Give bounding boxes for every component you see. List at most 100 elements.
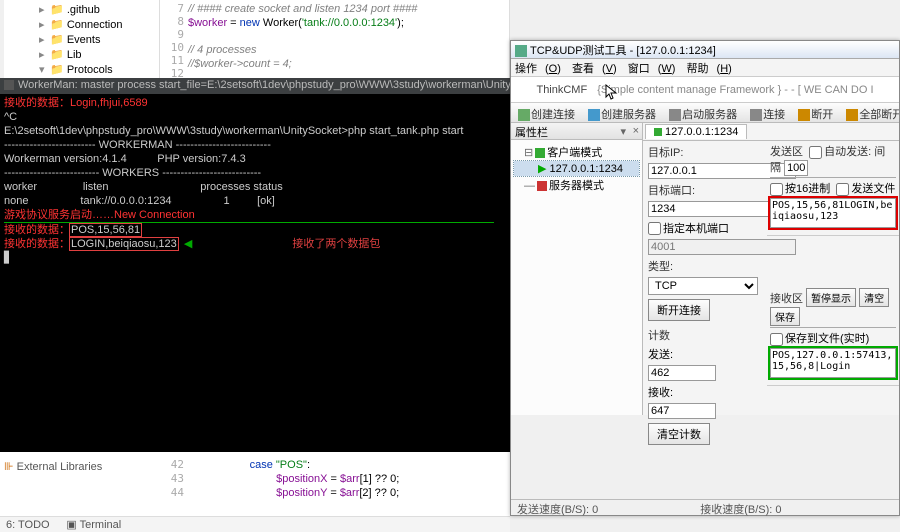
tree-item-lib[interactable]: ▸ 📁 Lib: [4, 47, 159, 62]
type-select[interactable]: TCP: [648, 277, 758, 295]
send-file-checkbox[interactable]: [836, 183, 849, 196]
folder-icon: 📁: [50, 19, 64, 31]
tree-item-github[interactable]: ▸ 📁 .github: [4, 2, 159, 17]
external-libraries[interactable]: ⊪ External Libraries: [4, 460, 154, 473]
folder-icon: 📁: [50, 49, 64, 61]
tree-item-connection[interactable]: ▸ 📁 Connection: [4, 17, 159, 32]
auto-send-checkbox[interactable]: [809, 146, 822, 159]
folder-icon: 📁: [50, 34, 64, 46]
disconnect-button[interactable]: 断开连接: [648, 299, 710, 321]
panel-header: 属性栏▾×: [511, 123, 642, 140]
server-icon: [588, 109, 600, 121]
send-recv-column: 发送区 自动发送: 间隔 按16进制 发送文件 POS,15,56,81LOGI…: [767, 141, 899, 386]
send-speed: 发送速度(B/S): 0: [517, 501, 697, 517]
label-recv-count: 接收:: [648, 384, 678, 400]
toolbar-connect[interactable]: 连接: [746, 104, 789, 123]
label-send-count: 发送:: [648, 346, 678, 362]
tcp-tool-window[interactable]: TCP&UDP测试工具 - [127.0.0.1:1234] 操作(O) 查看(…: [510, 40, 900, 516]
recv-count-input[interactable]: [648, 403, 716, 419]
label-type: 类型:: [648, 258, 704, 274]
clear-recv-button[interactable]: 清空: [859, 288, 889, 307]
send-data-textarea[interactable]: POS,15,56,81LOGIN,beiqiaosu,123: [770, 198, 896, 228]
chevron-right-icon: ▸: [39, 48, 47, 61]
send-zone-label: 发送区: [770, 146, 803, 158]
label-local-port: 指定本机端口: [663, 220, 729, 236]
save-to-file-checkbox[interactable]: [770, 333, 783, 346]
terminal-titlebar: WorkerMan: master process start_file=E:\…: [0, 78, 510, 94]
play-icon: [669, 109, 681, 121]
source-code[interactable]: // #### create socket and listen 1234 po…: [188, 0, 509, 71]
properties-panel[interactable]: 属性栏▾× ⊟客户端模式 ▶ 127.0.0.1:1234 —服务器模式: [511, 123, 643, 415]
play-icon: ▶: [538, 163, 546, 175]
folder-icon: 📁: [50, 64, 64, 76]
library-icon: ⊪: [4, 461, 14, 473]
line-gutter: 789101112: [160, 0, 184, 80]
terminal-tab[interactable]: ▣ Terminal: [66, 519, 135, 531]
hex-checkbox[interactable]: [770, 183, 783, 196]
menu-view[interactable]: 查看(V): [572, 63, 617, 75]
plug-icon: [654, 128, 662, 136]
ad-banner: ThinkCMF{Simple content manage Framework…: [511, 77, 899, 103]
disconnect-all-icon: [846, 109, 858, 121]
pause-display-button[interactable]: 暂停显示: [806, 288, 856, 307]
todo-tab[interactable]: 6: TODO: [6, 519, 50, 531]
packet-pos: POS,15,56,81: [70, 224, 141, 236]
toolbar-start-server[interactable]: 启动服务器: [665, 104, 741, 123]
local-port-checkbox[interactable]: [648, 222, 661, 235]
menu-operate[interactable]: 操作(O): [515, 63, 561, 75]
recv-speed: 接收速度(B/S): 0: [700, 501, 781, 517]
toolbar[interactable]: 创建连接 创建服务器 启动服务器 连接 断开 全部断开 删除: [511, 103, 899, 123]
dash-icon: —: [524, 180, 535, 192]
chevron-down-icon: ▾: [39, 63, 47, 76]
interval-input[interactable]: [784, 160, 808, 176]
ide-status-bar: 6: TODO ▣ Terminal: [0, 516, 510, 532]
app-icon: [515, 45, 527, 57]
recv-zone-label: 接收区: [770, 293, 803, 305]
terminal-output[interactable]: 接收的数据：Login,fhjui,6589 ^C E:\2setsoft\1d…: [0, 94, 510, 452]
label-target-ip: 目标IP:: [648, 144, 704, 160]
toolbar-disconnect-all[interactable]: 全部断开: [842, 104, 899, 123]
connect-icon: [750, 109, 762, 121]
detail-tab-row: 127.0.0.1:1234: [643, 123, 899, 141]
auto-send-label: 自动发送:: [824, 146, 871, 158]
label-target-port: 目标端口:: [648, 182, 704, 198]
save-to-file-label: 保存到文件(实时): [785, 333, 869, 345]
pin-icon[interactable]: ▾: [620, 125, 626, 138]
close-icon[interactable]: ×: [633, 125, 639, 137]
chevron-right-icon: ▸: [39, 33, 47, 46]
terminal-icon: [4, 80, 14, 90]
line-gutter-bottom: 424344: [160, 458, 184, 500]
send-count-input[interactable]: [648, 365, 716, 381]
project-file-tree[interactable]: ▸ 📁 .github ▸ 📁 Connection ▸ 📁 Events ▸ …: [4, 0, 160, 78]
menu-help[interactable]: 帮助(H): [687, 63, 732, 75]
chevron-right-icon: ▸: [39, 3, 47, 16]
toolbar-disconnect[interactable]: 断开: [794, 104, 837, 123]
link-icon: [518, 109, 530, 121]
annotation-text: 接收了两个数据包: [292, 237, 380, 251]
source-code-bottom[interactable]: case "POS": $positionX = $arr[1] ?? 0; $…: [190, 458, 399, 500]
recv-data-textarea[interactable]: POS,127.0.0.1:57413,15,56,8|Login: [770, 348, 896, 378]
label-count: 计数: [648, 327, 704, 343]
client-icon: [535, 148, 545, 158]
disconnect-icon: [798, 109, 810, 121]
toolbar-new-server[interactable]: 创建服务器: [584, 104, 660, 123]
folder-icon: 📁: [50, 4, 64, 16]
connection-tab[interactable]: 127.0.0.1:1234: [645, 124, 747, 139]
packet-login: LOGIN,beiqiaosu,123: [70, 238, 178, 250]
menu-window[interactable]: 窗口(W): [628, 63, 676, 75]
menu-bar[interactable]: 操作(O) 查看(V) 窗口(W) 帮助(H): [511, 59, 899, 77]
minus-icon: ⊟: [524, 147, 533, 159]
tree-item-protocols[interactable]: ▾ 📁 Protocols: [4, 62, 159, 77]
status-bar: 发送速度(B/S): 0 接收速度(B/S): 0: [511, 499, 899, 515]
clear-count-button[interactable]: 清空计数: [648, 423, 710, 445]
tree-client-mode[interactable]: ⊟客户端模式: [514, 143, 639, 161]
tree-item-events[interactable]: ▸ 📁 Events: [4, 32, 159, 47]
code-editor-top[interactable]: 789101112 // #### create socket and list…: [160, 0, 510, 78]
save-recv-button[interactable]: 保存: [770, 307, 800, 326]
hex-label: 按16进制: [785, 183, 830, 195]
send-file-label: 发送文件: [851, 183, 895, 195]
tree-connection-item[interactable]: ▶ 127.0.0.1:1234: [514, 161, 639, 176]
tree-server-mode[interactable]: —服务器模式: [514, 176, 639, 194]
toolbar-new-connection[interactable]: 创建连接: [514, 104, 579, 123]
window-titlebar[interactable]: TCP&UDP测试工具 - [127.0.0.1:1234]: [511, 41, 899, 59]
